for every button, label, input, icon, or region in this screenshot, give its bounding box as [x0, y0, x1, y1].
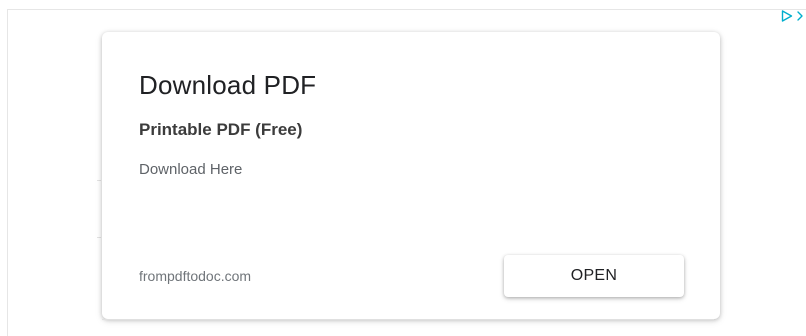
chevron-right-icon[interactable]: [797, 10, 804, 22]
ad-body-text: Download Here: [139, 161, 243, 178]
adchoices-play-icon[interactable]: [781, 10, 793, 22]
ad-card[interactable]: Download PDF Printable PDF (Free) Downlo…: [102, 32, 720, 319]
adchoices-badge[interactable]: [781, 10, 804, 22]
ad-subheadline: Printable PDF (Free): [139, 120, 303, 139]
ad-display-url[interactable]: frompdftodoc.com: [139, 268, 251, 284]
bottom-divider: [102, 319, 714, 320]
divider: [97, 237, 101, 238]
divider: [97, 180, 101, 181]
open-button[interactable]: OPEN: [504, 255, 684, 297]
ad-headline[interactable]: Download PDF: [139, 70, 316, 101]
